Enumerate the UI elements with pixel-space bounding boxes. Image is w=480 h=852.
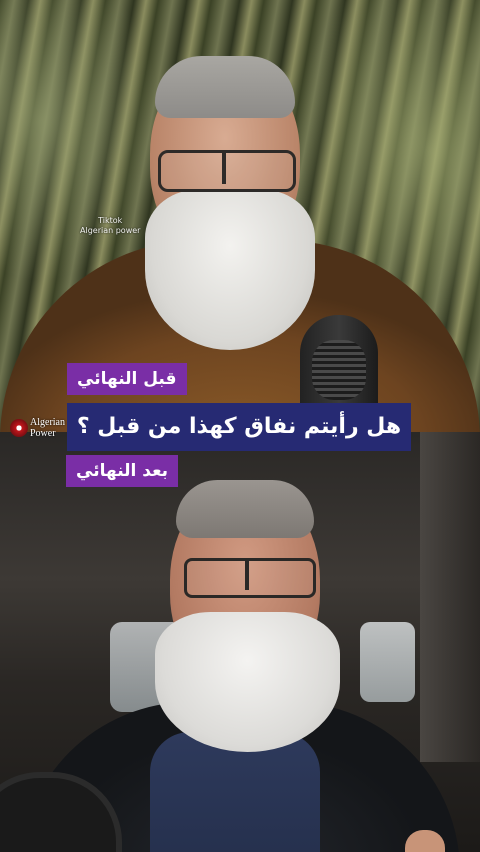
brand-logo: Algerian Power xyxy=(8,416,70,442)
top-speaker-beard xyxy=(145,190,315,350)
car-side-window xyxy=(360,622,415,702)
watermark-line-1: Tiktok xyxy=(98,216,123,225)
bottom-speaker-glasses xyxy=(184,558,316,598)
bottom-glasses-bridge xyxy=(245,558,249,590)
watermark-line-2: Algerian power xyxy=(80,226,141,235)
headline-caption: هل رأيتم نفاق كهذا من قبل ؟ xyxy=(67,403,411,451)
bottom-speaker-hair xyxy=(176,480,314,538)
top-glasses-bridge xyxy=(222,150,226,184)
top-speaker-hair xyxy=(155,56,295,118)
brand-logo-icon xyxy=(10,419,28,437)
microphone-grill xyxy=(312,340,366,400)
top-speaker-glasses xyxy=(158,150,296,192)
label-before-final: قبل النهائي xyxy=(67,363,187,395)
bottom-speaker-beard xyxy=(155,612,340,752)
tiktok-watermark: Tiktok Algerian power xyxy=(80,216,140,236)
car-door-pillar xyxy=(420,432,480,762)
brand-line-2: Power xyxy=(30,428,56,439)
brand-line-1: Algerian xyxy=(30,417,65,428)
label-after-final: بعد النهائي xyxy=(66,455,179,487)
bottom-video-frame xyxy=(0,432,480,852)
